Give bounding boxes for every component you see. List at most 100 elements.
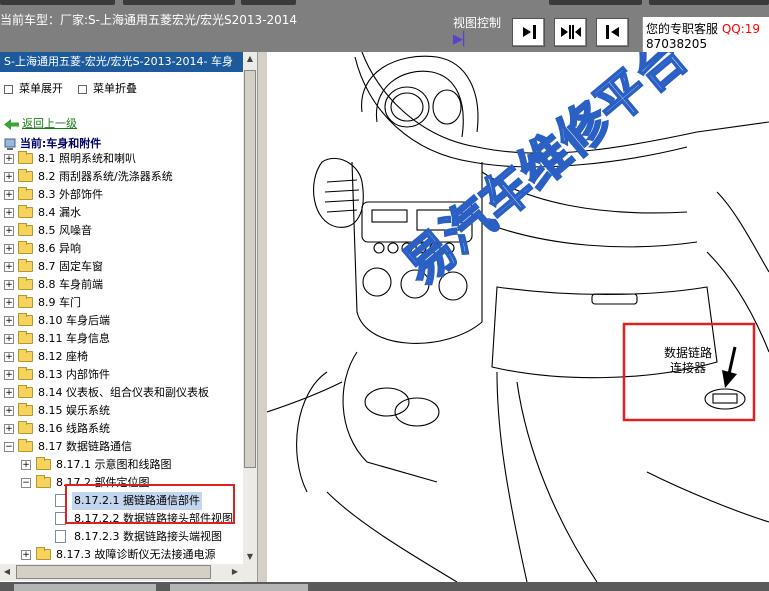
expand-plus-icon[interactable]: + bbox=[4, 208, 14, 218]
top-tabs bbox=[0, 0, 769, 5]
dashboard-line bbox=[267, 381, 343, 413]
tree-item-label: 8.1 照明系统和喇叭 bbox=[38, 152, 136, 165]
tree-item-8-9[interactable]: +8.9 车门 bbox=[0, 294, 240, 312]
dashboard-line bbox=[375, 70, 464, 138]
tree-item-8-12[interactable]: +8.12 座椅 bbox=[0, 348, 240, 366]
expand-plus-icon[interactable]: + bbox=[4, 406, 14, 416]
sidebar-horizontal-scrollbar[interactable]: ◀ ▶ bbox=[0, 564, 243, 581]
bottom-tab[interactable] bbox=[14, 584, 156, 591]
back-link[interactable]: 返回上一级 bbox=[4, 115, 77, 131]
tree-item-8-13[interactable]: +8.13 内部饰件 bbox=[0, 366, 240, 384]
expand-plus-icon[interactable]: + bbox=[4, 298, 14, 308]
tree-item-label: 8.5 风噪音 bbox=[38, 224, 92, 237]
tree-item-8-1[interactable]: +8.1 照明系统和喇叭 bbox=[0, 150, 240, 168]
tree-item-8-17-1[interactable]: +8.17.1 示意图和线路图 bbox=[0, 456, 240, 474]
tree-item-8-17[interactable]: − 8.17 数据链路通信 bbox=[0, 438, 240, 456]
tree-item-8-8[interactable]: +8.8 车身前端 bbox=[0, 276, 240, 294]
scroll-right-icon[interactable]: ▶ bbox=[228, 565, 242, 579]
dashboard-line bbox=[516, 381, 598, 582]
service-phone: 87038205 bbox=[646, 37, 708, 51]
expand-plus-icon[interactable]: + bbox=[4, 334, 14, 344]
tree-item-8-7[interactable]: +8.7 固定车窗 bbox=[0, 258, 240, 276]
expand-plus-icon[interactable]: + bbox=[4, 172, 14, 182]
folder-icon bbox=[18, 277, 33, 290]
view-control-arrow-icon: ▶▏ bbox=[453, 32, 473, 47]
document-icon bbox=[55, 530, 66, 543]
tree-item-label: 8.2 雨刮器系统/洗涤器系统 bbox=[38, 170, 173, 183]
expand-plus-icon[interactable]: + bbox=[21, 550, 31, 560]
tree-item-8-11[interactable]: +8.11 车身信息 bbox=[0, 330, 240, 348]
tree-item-8-15[interactable]: +8.15 娱乐系统 bbox=[0, 402, 240, 420]
tree-item-8-17-3[interactable]: +8.17.3 故障诊断仪无法接通电源 bbox=[0, 546, 240, 564]
top-tab[interactable] bbox=[0, 0, 115, 5]
tree-item-8-17-2-3[interactable]: 8.17.2.3 数据链路接头端视图 bbox=[0, 528, 240, 546]
top-tab[interactable] bbox=[123, 0, 235, 5]
folder-icon bbox=[18, 223, 33, 236]
tree-item-8-10[interactable]: +8.10 车身后端 bbox=[0, 312, 240, 330]
collapse-left-button[interactable] bbox=[512, 18, 545, 47]
expand-menu-button[interactable]: 菜单展开 bbox=[4, 80, 63, 96]
expand-plus-icon[interactable]: + bbox=[21, 460, 31, 470]
folder-icon bbox=[36, 547, 51, 560]
expand-plus-icon[interactable]: + bbox=[4, 154, 14, 164]
tree-item-8-4[interactable]: +8.4 漏水 bbox=[0, 204, 240, 222]
service-line: 您的专职客服 QQ:19 bbox=[646, 20, 760, 37]
expand-plus-icon[interactable]: + bbox=[4, 316, 14, 326]
folder-icon bbox=[18, 385, 33, 398]
current-section: 当前:车身和附件 bbox=[4, 135, 101, 151]
bottom-tab[interactable] bbox=[170, 584, 308, 591]
diagram-view: 数据链路 连接器 易汽车维修平台 bbox=[267, 52, 769, 582]
folder-icon bbox=[18, 421, 33, 434]
scroll-up-icon[interactable]: ▲ bbox=[243, 52, 257, 66]
expand-plus-icon[interactable]: + bbox=[4, 262, 14, 272]
top-tab[interactable] bbox=[549, 0, 642, 5]
folder-icon bbox=[18, 187, 33, 200]
tree-item-8-2[interactable]: +8.2 雨刮器系统/洗涤器系统 bbox=[0, 168, 240, 186]
dashboard-line bbox=[296, 371, 458, 582]
panel-splitter[interactable] bbox=[258, 52, 267, 582]
sidebar: S-上海通用五菱-宏光/宏光S-2013-2014- 车身 菜单展开 菜单折叠 … bbox=[0, 52, 258, 582]
expand-plus-icon[interactable]: + bbox=[4, 190, 14, 200]
selection-highlight-box bbox=[65, 484, 235, 524]
expand-plus-icon[interactable]: + bbox=[4, 352, 14, 362]
page-title: 当前车型：厂家:S-上海通用五菱宏光/宏光S2013-2014 bbox=[0, 13, 298, 27]
arrow-down-icon bbox=[722, 370, 737, 388]
tree-item-label: 8.13 内部饰件 bbox=[38, 368, 110, 381]
collapse-minus-icon[interactable]: − bbox=[21, 478, 31, 488]
folder-icon bbox=[18, 367, 33, 380]
arrow-line bbox=[727, 346, 737, 375]
tree-item-label: 8.17.2.3 数据链路接头端视图 bbox=[74, 530, 222, 543]
scroll-thumb[interactable] bbox=[244, 70, 256, 468]
glovebox-handle bbox=[591, 293, 638, 305]
tree-item-8-14[interactable]: +8.14 仪表板、组合仪表和副仪表板 bbox=[0, 384, 240, 402]
scroll-down-icon[interactable]: ▼ bbox=[243, 550, 257, 564]
collapse-menu-button[interactable]: 菜单折叠 bbox=[78, 80, 137, 96]
expand-plus-icon[interactable]: + bbox=[4, 226, 14, 236]
scroll-thumb[interactable] bbox=[16, 565, 211, 579]
folder-icon bbox=[18, 241, 33, 254]
tree-item-8-5[interactable]: +8.5 风噪音 bbox=[0, 222, 240, 240]
tree-item-label: 8.3 外部饰件 bbox=[38, 188, 103, 201]
expand-plus-icon[interactable]: + bbox=[4, 280, 14, 290]
sidebar-vertical-scrollbar[interactable]: ▲ ▼ bbox=[243, 52, 257, 582]
tree-item-8-16[interactable]: +8.16 线路系统 bbox=[0, 420, 240, 438]
expand-plus-icon[interactable]: + bbox=[4, 424, 14, 434]
expand-plus-icon[interactable]: + bbox=[4, 388, 14, 398]
qq-label[interactable]: QQ:19 bbox=[722, 22, 760, 36]
expand-plus-icon[interactable]: + bbox=[4, 244, 14, 254]
split-view-button[interactable] bbox=[554, 18, 587, 47]
top-tab[interactable] bbox=[649, 0, 769, 5]
tree-item-8-3[interactable]: +8.3 外部饰件 bbox=[0, 186, 240, 204]
collapse-right-button[interactable] bbox=[596, 18, 629, 47]
view-control-label: 视图控制 bbox=[453, 16, 502, 30]
top-tab[interactable] bbox=[241, 0, 296, 5]
expand-plus-icon[interactable]: + bbox=[4, 370, 14, 380]
collapse-minus-icon[interactable]: − bbox=[4, 442, 14, 452]
dashboard-line bbox=[342, 351, 438, 483]
gauge-outline bbox=[390, 92, 424, 122]
scroll-left-icon[interactable]: ◀ bbox=[0, 565, 14, 579]
tree-item-label: 8.8 车身前端 bbox=[38, 278, 103, 291]
tree-item-label: 8.9 车门 bbox=[38, 296, 81, 309]
dlc-connector-outline bbox=[712, 393, 738, 404]
tree-item-8-6[interactable]: +8.6 异响 bbox=[0, 240, 240, 258]
